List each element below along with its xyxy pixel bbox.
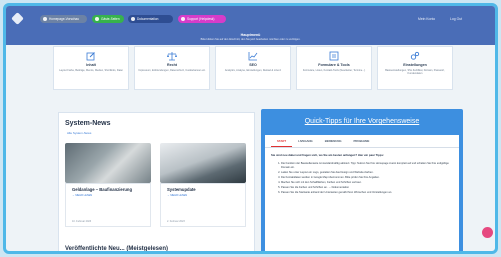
pill-label: Homepage-Vorschau (49, 17, 79, 21)
eye-icon (42, 17, 47, 21)
tab-start[interactable]: START (271, 135, 293, 147)
main-menu-header: Hauptmenü Bitte klicken Sie auf den Absc… (6, 33, 495, 45)
tip-step: Machen Sie sich mit den Schaltflächen, F… (281, 181, 453, 185)
news-title[interactable]: Systemupdate (167, 187, 239, 192)
card-recht[interactable]: Recht Impressum, Einblendungen, Datensch… (134, 46, 210, 90)
homepage-preview-button[interactable]: Homepage-Vorschau (40, 15, 87, 23)
tip-step: Laden Sie unter Layout ein Logo, gestalt… (281, 171, 453, 175)
scales-icon (167, 52, 177, 61)
card-description: Impressum, Einblendungen, Datenschutz, C… (138, 68, 206, 72)
tip-step: Passen Sie die Startseite anhand der Unt… (281, 191, 453, 195)
chat-help-button[interactable] (482, 227, 493, 238)
card-description: Analytics, Analyse, Einstellungen, Reloa… (224, 68, 282, 72)
tip-step: Passen Sie die Farben und Schriften an. … (281, 186, 453, 190)
quick-tips-title: Quick-Tipps für Ihre Vorgehensweise (304, 118, 420, 125)
card-title: Formulare & Tools (318, 63, 350, 67)
pill-label: Dokumentation (137, 17, 159, 21)
card-title: Recht (167, 63, 177, 67)
news-card: Geldanlage – Baufinanzierung → MEHR LESE… (65, 183, 151, 227)
my-account-link[interactable]: Mein Konto (418, 17, 435, 21)
tip-step: Die Kontaktdaten werden in Google Map üb… (281, 176, 453, 180)
pill-label: Gäste-Seiten (101, 17, 120, 21)
tab-probleme[interactable]: PROBLEME (348, 135, 376, 147)
tab-bedienung[interactable]: BEDIENUNG (319, 135, 348, 147)
tip-step: Die Funktion der Baustellenseite ist sta… (281, 162, 453, 169)
quick-tips-panel: Quick-Tipps für Ihre Vorgehensweise STAR… (261, 109, 463, 251)
card-title: Einstellungen (403, 63, 427, 67)
main-menu-description: Bitte klicken Sie auf den Abschnitt, den… (200, 38, 301, 41)
news-date: 10. Februar 2023 (72, 220, 92, 223)
system-news-title: System-News (65, 120, 111, 127)
book-icon (130, 17, 135, 21)
documentation-button[interactable]: Dokumentation (128, 15, 173, 23)
logout-link[interactable]: Log Out (450, 17, 462, 21)
all-system-news-link[interactable]: Alle System-News (67, 131, 91, 135)
card-description: Layout Farbe, Beiträge, Menüs, Medien, S… (59, 68, 123, 72)
news-title[interactable]: Geldanlage – Baufinanzierung (72, 187, 144, 192)
tab-livegang[interactable]: LIVEGANG (292, 135, 319, 147)
system-news-panel: System-News Alle System-News Geldanlage … (58, 112, 255, 252)
news-date: 2. Februar 2023 (167, 220, 185, 223)
app-logo-icon[interactable] (11, 12, 24, 25)
quick-tips-intro: Sie sind neu dabei und fragen sich, wo S… (271, 153, 384, 157)
read-more-link[interactable]: → MEHR LESEN (167, 194, 239, 197)
news-image-keyboard[interactable] (160, 143, 246, 183)
news-image-typewriter[interactable] (65, 143, 151, 183)
chart-icon (248, 52, 258, 61)
users-icon (94, 17, 99, 21)
quick-tips-steps: Die Funktion der Baustellenseite ist sta… (271, 162, 453, 195)
guest-pages-button[interactable]: Gäste-Seiten (92, 15, 124, 23)
card-inhalt[interactable]: Inhalt Layout Farbe, Beiträge, Menüs, Me… (53, 46, 129, 90)
card-description: Basiseinstellungen, SSL Zertifikat, Doma… (385, 68, 445, 75)
gears-icon (410, 51, 420, 60)
section-heading: Veröffentlichte Neu... (Meistgelesen) (65, 246, 169, 252)
support-helpdesk-button[interactable]: Support (Helpdesk) (178, 15, 226, 23)
news-card: Systemupdate → MEHR LESEN 2. Februar 202… (160, 183, 246, 227)
edit-icon (86, 52, 95, 61)
card-title: Inhalt (86, 63, 96, 67)
quick-tips-content: Sie sind neu dabei und fragen sich, wo S… (265, 148, 459, 251)
card-formulare-tools[interactable]: Formulare & Tools Formulare, Listen, Kon… (296, 46, 372, 90)
form-icon (329, 51, 339, 61)
card-seo[interactable]: SEO Analytics, Analyse, Einstellungen, R… (215, 46, 291, 90)
card-description: Formulare, Listen, Kontakt-Tools (Newsle… (302, 68, 366, 72)
quick-tips-tabs: START LIVEGANG BEDIENUNG PROBLEME (265, 135, 459, 148)
section-cards: Inhalt Layout Farbe, Beiträge, Menüs, Me… (53, 46, 453, 90)
read-more-link[interactable]: → MEHR LESEN (72, 194, 144, 197)
app-window: Homepage-Vorschau Gäste-Seiten Dokumenta… (3, 3, 498, 254)
card-title: SEO (249, 63, 257, 67)
help-icon (180, 17, 185, 21)
card-einstellungen[interactable]: Einstellungen Basiseinstellungen, SSL Ze… (377, 46, 453, 90)
top-navigation-bar: Homepage-Vorschau Gäste-Seiten Dokumenta… (6, 6, 495, 33)
pill-label: Support (Helpdesk) (187, 17, 215, 21)
